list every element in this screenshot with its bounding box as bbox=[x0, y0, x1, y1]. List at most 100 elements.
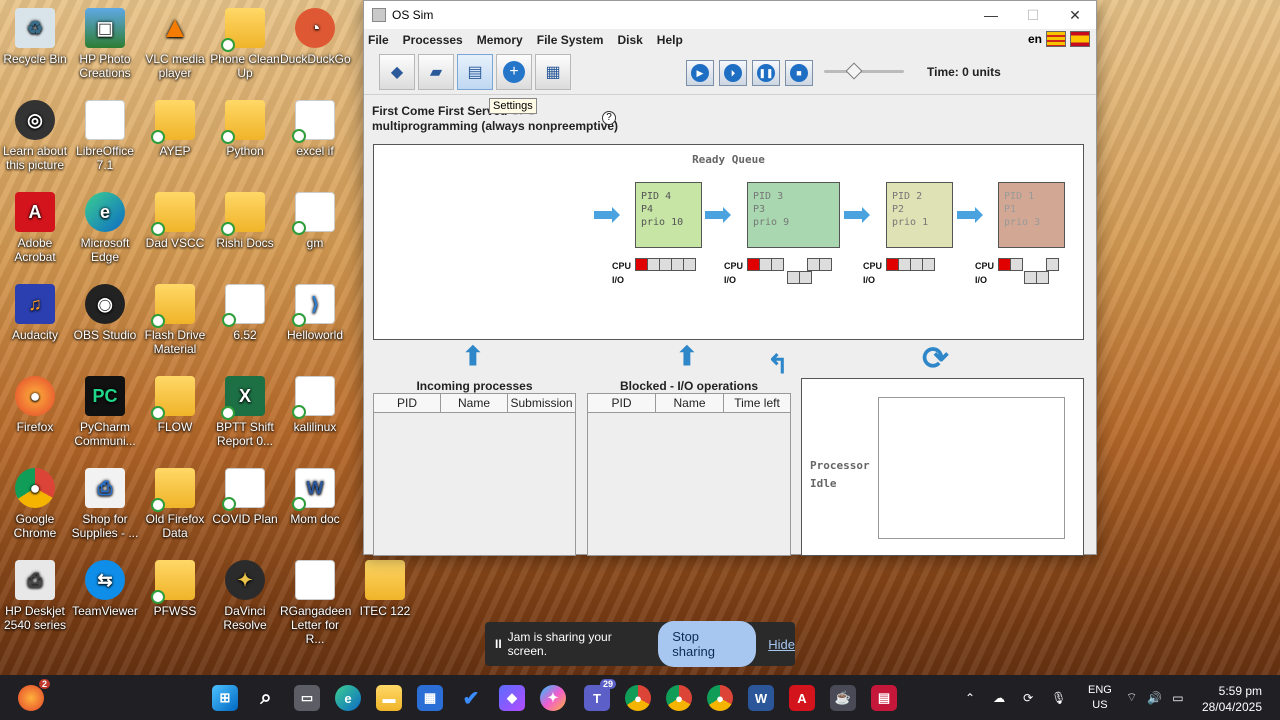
desktop-icon-davinci[interactable]: ✦ DaVinci Resolve bbox=[210, 560, 280, 632]
menu-file[interactable]: File bbox=[368, 33, 389, 47]
chrome-taskbar-icon[interactable]: ● bbox=[625, 685, 651, 711]
input-language[interactable]: ENG US bbox=[1088, 683, 1112, 713]
start-icon[interactable]: ⊞ bbox=[212, 685, 238, 711]
store-icon[interactable]: ▦ bbox=[417, 685, 443, 711]
desktop-icon-pfwss[interactable]: PFWSS bbox=[140, 560, 210, 618]
teams-icon[interactable]: T 29 bbox=[584, 679, 616, 711]
pause-button[interactable]: ❚❚ bbox=[752, 60, 780, 86]
desktop-icon-teamviewer[interactable]: ⇆ TeamViewer bbox=[70, 560, 140, 618]
desktop-icon-gm[interactable]: gm bbox=[280, 192, 350, 250]
desktop-icon-edge[interactable]: e Microsoft Edge bbox=[70, 192, 140, 264]
spanish-flag-icon[interactable] bbox=[1070, 31, 1090, 47]
speed-slider[interactable] bbox=[824, 62, 904, 80]
desktop-icon-phone-cleanup[interactable]: Phone Clean Up bbox=[210, 8, 280, 80]
firefox-taskbar-icon[interactable]: 2 bbox=[18, 679, 50, 711]
todo-icon[interactable]: ✔ bbox=[458, 685, 484, 711]
network-volume-battery[interactable]: ⌔ 🔊 ▭ bbox=[1126, 675, 1184, 720]
process-card[interactable]: PID 3 P3 prio 9 bbox=[747, 182, 840, 248]
desktop-icon-python[interactable]: Python bbox=[210, 100, 280, 158]
minimize-button[interactable]: — bbox=[970, 1, 1012, 29]
desktop-icon-covid-plan[interactable]: COVID Plan bbox=[210, 468, 280, 526]
column-submission[interactable]: Submission bbox=[508, 394, 575, 413]
column-name[interactable]: Name bbox=[441, 394, 508, 413]
stop-sharing-button[interactable]: Stop sharing bbox=[658, 621, 757, 667]
step-button[interactable]: ⏵ bbox=[719, 60, 747, 86]
process-card[interactable]: PID 1 P1 prio 3 bbox=[998, 182, 1065, 248]
menu-memory[interactable]: Memory bbox=[477, 33, 523, 47]
desktop-icon-helloworld[interactable]: ⟩ Helloworld bbox=[280, 284, 350, 342]
save-button[interactable]: ▰ bbox=[418, 54, 454, 90]
desktop-icon-old-firefox[interactable]: Old Firefox Data bbox=[140, 468, 210, 540]
column-pid[interactable]: PID bbox=[588, 394, 656, 413]
desktop-icon-pycharm[interactable]: PC PyCharm Communi... bbox=[70, 376, 140, 448]
menu-help[interactable]: Help bbox=[657, 33, 683, 47]
maximize-button[interactable]: ☐ bbox=[1012, 1, 1054, 29]
help-icon[interactable]: ? bbox=[602, 111, 616, 125]
incoming-table[interactable]: PID Name Submission bbox=[373, 393, 576, 556]
edge-taskbar-icon[interactable]: e bbox=[335, 685, 361, 711]
desktop-icon-obs[interactable]: ◉ OBS Studio bbox=[70, 284, 140, 342]
settings-button[interactable]: ▤ bbox=[457, 54, 493, 90]
desktop-icon-shop-supplies[interactable]: ⎙ Shop for Supplies - ... bbox=[70, 468, 140, 540]
desktop-icon-recycle-bin[interactable]: ♻ Recycle Bin bbox=[0, 8, 70, 66]
file-explorer-icon[interactable]: ▬ bbox=[376, 685, 402, 711]
desktop-icon-kalilinux[interactable]: kalilinux bbox=[280, 376, 350, 434]
search-icon[interactable]: ⌕ bbox=[253, 685, 279, 711]
blocked-table[interactable]: PID Name Time left bbox=[587, 393, 791, 556]
desktop-icon-firefox[interactable]: ● Firefox bbox=[0, 376, 70, 434]
hide-button[interactable]: Hide bbox=[768, 637, 795, 652]
desktop-icon-learn-picture[interactable]: ◎ Learn about this picture bbox=[0, 100, 70, 172]
play-button[interactable]: ▶ bbox=[686, 60, 714, 86]
desktop-icon-flow[interactable]: FLOW bbox=[140, 376, 210, 434]
desktop-icon-excel-if[interactable]: excel if bbox=[280, 100, 350, 158]
desktop-icon-libreoffice[interactable]: LibreOffice 7.1 bbox=[70, 100, 140, 172]
pause-share-icon[interactable]: II bbox=[495, 637, 502, 651]
chevron-up-icon[interactable]: ⌃ bbox=[965, 691, 975, 705]
desktop-icon-duckduckgo[interactable]: ◔ DuckDuckGo bbox=[280, 8, 351, 66]
acrobat-taskbar-icon[interactable]: A bbox=[789, 685, 815, 711]
clock[interactable]: 5:59 pm 28/04/2025 bbox=[1202, 683, 1262, 715]
process-card[interactable]: PID 2 P2 prio 1 bbox=[886, 182, 953, 248]
cloud-icon[interactable]: ☁ bbox=[993, 691, 1005, 705]
desktop-icon-6-52[interactable]: 6.52 bbox=[210, 284, 280, 342]
desktop-icon-vlc[interactable]: ▲ VLC media player bbox=[140, 8, 210, 81]
desktop-icon-bptt[interactable]: X BPTT Shift Report 0... bbox=[210, 376, 280, 448]
column-name[interactable]: Name bbox=[656, 394, 724, 413]
close-button[interactable]: ✕ bbox=[1054, 1, 1096, 29]
stop-button[interactable]: ■ bbox=[785, 60, 813, 86]
copilot-icon[interactable]: ✦ bbox=[540, 685, 566, 711]
desktop-icon-itec-122[interactable]: ITEC 122 bbox=[350, 560, 420, 618]
desktop-icon-hp-photo[interactable]: ▣ HP Photo Creations bbox=[70, 8, 140, 80]
desktop-icon-chrome[interactable]: ● Google Chrome bbox=[0, 468, 70, 540]
menu-disk[interactable]: Disk bbox=[617, 33, 642, 47]
power-automate-icon[interactable]: ◆ bbox=[499, 685, 525, 711]
desktop-icon-hp-deskjet[interactable]: ⎙ HP Deskjet 2540 series bbox=[0, 560, 70, 632]
desktop-icon-audacity[interactable]: ♫ Audacity bbox=[0, 284, 70, 342]
catalan-flag-icon[interactable] bbox=[1046, 31, 1066, 47]
task-view-icon[interactable]: ▭ bbox=[294, 685, 320, 711]
menu-file-system[interactable]: File System bbox=[537, 33, 604, 47]
desktop-icon-rishi-docs[interactable]: Rishi Docs bbox=[210, 192, 280, 250]
word-taskbar-icon[interactable]: W bbox=[748, 685, 774, 711]
desktop-icon-rgangadeen[interactable]: RGangadeen Letter for R... bbox=[280, 560, 351, 646]
desktop-icon-mom-doc[interactable]: W Mom doc bbox=[280, 468, 350, 526]
chrome-profile-taskbar-icon[interactable]: ● bbox=[666, 685, 692, 711]
desktop-icon-acrobat[interactable]: A Adobe Acrobat bbox=[0, 192, 70, 264]
desktop-icon-flash-drive[interactable]: Flash Drive Material bbox=[140, 284, 210, 356]
chrome-profile2-taskbar-icon[interactable]: ● bbox=[707, 685, 733, 711]
column-pid[interactable]: PID bbox=[374, 394, 441, 413]
calculator-taskbar-icon[interactable]: ▤ bbox=[871, 685, 897, 711]
column-time-left[interactable]: Time left bbox=[724, 394, 790, 413]
open-button[interactable]: ◆ bbox=[379, 54, 415, 90]
process-card[interactable]: PID 4 P4 prio 10 bbox=[635, 182, 702, 248]
java-taskbar-icon[interactable]: ☕ bbox=[830, 685, 856, 711]
menu-processes[interactable]: Processes bbox=[403, 33, 463, 47]
desktop-icon-dad-vscc[interactable]: Dad VSCC bbox=[140, 192, 210, 250]
title-bar[interactable]: OS Sim — ☐ ✕ bbox=[364, 1, 1096, 29]
add-process-button[interactable]: + bbox=[496, 54, 532, 90]
table-view-button[interactable]: ▦ bbox=[535, 54, 571, 90]
desktop-icon-ayep[interactable]: AYEP bbox=[140, 100, 210, 158]
slider-thumb[interactable] bbox=[845, 62, 863, 80]
microphone-icon[interactable]: 🎙 bbox=[1051, 691, 1066, 705]
sync-icon[interactable]: ⟳ bbox=[1023, 691, 1033, 705]
